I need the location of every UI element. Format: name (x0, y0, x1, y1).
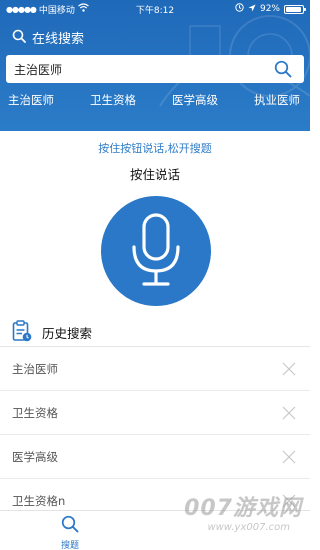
voice-record-button[interactable] (101, 196, 211, 306)
search-bar (6, 55, 304, 83)
search-icon (274, 60, 292, 78)
delete-icon[interactable] (280, 360, 298, 378)
location-arrow-icon (248, 4, 256, 15)
history-title: 历史搜索 (42, 326, 93, 341)
online-search-label: 在线搜索 (32, 32, 85, 47)
history-item-text: 医学高级 (12, 449, 58, 464)
tab-yixue[interactable]: 医学高级 (172, 92, 218, 112)
history-clipboard-icon (12, 320, 32, 345)
search-icon (61, 515, 79, 536)
voice-hint: 按住按钮说话,松开搜题 (98, 142, 212, 155)
battery-icon (284, 4, 306, 14)
search-icon (12, 29, 26, 47)
delete-icon[interactable] (280, 404, 298, 422)
history-item[interactable]: 主治医师 (0, 347, 310, 391)
battery-percent: 92% (259, 4, 280, 14)
alarm-icon (235, 3, 244, 15)
bottom-tab-bar: 搜题 (0, 510, 310, 550)
wifi-icon (78, 3, 89, 15)
voice-title: 按住说话 (129, 167, 180, 182)
delete-icon[interactable] (280, 492, 298, 510)
tab-zhiye[interactable]: 执业医师 (254, 92, 300, 112)
carrier-label: 中国移动 (38, 5, 75, 16)
history-list: 主治医师 卫生资格 医学高级 卫生资格n (0, 347, 310, 523)
delete-icon[interactable] (280, 448, 298, 466)
history-item-text: 主治医师 (12, 361, 58, 376)
battery-fill (286, 6, 301, 12)
status-bar: ●●●●● 中国移动 下午8:12 92% (0, 0, 310, 18)
bottom-tab-search[interactable]: 搜题 (50, 515, 90, 550)
history-item[interactable]: 卫生资格 (0, 391, 310, 435)
header: ●●●●● 中国移动 下午8:12 92% 在线搜索 主治医师 主治医师 卫生资… (0, 0, 310, 131)
category-tabs: 主治医师 卫生资格 医学高级 执业医师 (0, 92, 310, 112)
history-item-text: 卫生资格n (12, 493, 66, 508)
history-header: 历史搜索 (12, 320, 92, 345)
history-item-text: 卫生资格 (12, 405, 58, 420)
microphone-icon (132, 213, 180, 286)
online-search-title[interactable]: 在线搜索 (12, 28, 84, 47)
search-button[interactable] (272, 58, 294, 80)
search-input[interactable] (14, 62, 272, 76)
tab-zhuzhi[interactable]: 主治医师 (8, 92, 54, 112)
signal-dots: ●●●●● (6, 4, 37, 14)
tab-weisheng[interactable]: 卫生资格 (90, 92, 136, 112)
history-item[interactable]: 医学高级 (0, 435, 310, 479)
bottom-tab-search-label: 搜题 (60, 541, 79, 550)
